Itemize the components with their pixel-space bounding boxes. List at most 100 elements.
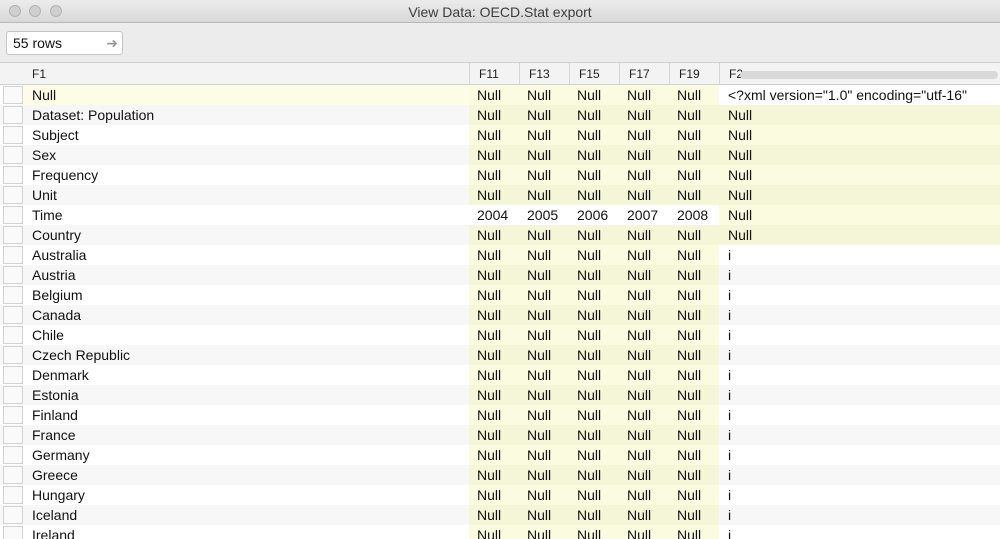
cell-f17[interactable]: Null	[619, 105, 669, 125]
cell-f2[interactable]: i	[719, 285, 1000, 305]
row-selector[interactable]	[3, 326, 23, 344]
table-row[interactable]: Finland Null Null Null Null Null i	[0, 405, 1000, 425]
table-row[interactable]: Dataset: Population Null Null Null Null Null N…	[0, 105, 1000, 125]
cell-f17[interactable]: Null	[619, 285, 669, 305]
cell-f11[interactable]: Null	[469, 225, 519, 245]
cell-f19[interactable]: Null	[669, 425, 719, 445]
cell-f17[interactable]: Null	[619, 245, 669, 265]
cell-f19[interactable]: Null	[669, 445, 719, 465]
row-selector[interactable]	[3, 266, 23, 284]
cell-f13[interactable]: Null	[519, 445, 569, 465]
cell-f1[interactable]: Iceland	[23, 505, 469, 525]
cell-f11[interactable]: Null	[469, 325, 519, 345]
cell-f13[interactable]: Null	[519, 305, 569, 325]
cell-f1[interactable]: Czech Republic	[23, 345, 469, 365]
table-row[interactable]: Chile Null Null Null Null Null i	[0, 325, 1000, 345]
cell-f19[interactable]: Null	[669, 225, 719, 245]
row-selector[interactable]	[3, 206, 23, 224]
cell-f2[interactable]: Null	[719, 125, 1000, 145]
cell-f15[interactable]: Null	[569, 305, 619, 325]
cell-f19[interactable]: Null	[669, 245, 719, 265]
cell-f1[interactable]: Austria	[23, 265, 469, 285]
cell-f1[interactable]: Hungary	[23, 485, 469, 505]
cell-f1[interactable]: Ireland	[23, 525, 469, 539]
cell-f1[interactable]: Belgium	[23, 285, 469, 305]
row-selector[interactable]	[3, 466, 23, 484]
cell-f15[interactable]: Null	[569, 145, 619, 165]
cell-f15[interactable]: Null	[569, 365, 619, 385]
cell-f15[interactable]: Null	[569, 465, 619, 485]
cell-f15[interactable]: Null	[569, 265, 619, 285]
cell-f17[interactable]: Null	[619, 345, 669, 365]
table-row[interactable]: Greece Null Null Null Null Null i	[0, 465, 1000, 485]
cell-f15[interactable]: Null	[569, 225, 619, 245]
cell-f11[interactable]: Null	[469, 445, 519, 465]
cell-f2[interactable]: i	[719, 405, 1000, 425]
cell-f1[interactable]: Germany	[23, 445, 469, 465]
cell-f2[interactable]: i	[719, 305, 1000, 325]
row-selector[interactable]	[3, 346, 23, 364]
cell-f15[interactable]: Null	[569, 345, 619, 365]
row-selector[interactable]	[3, 366, 23, 384]
cell-f13[interactable]: Null	[519, 85, 569, 105]
cell-f15[interactable]: Null	[569, 125, 619, 145]
cell-f11[interactable]: Null	[469, 245, 519, 265]
cell-f1[interactable]: Unit	[23, 185, 469, 205]
cell-f19[interactable]: Null	[669, 385, 719, 405]
cell-f19[interactable]: Null	[669, 285, 719, 305]
cell-f11[interactable]: Null	[469, 425, 519, 445]
cell-f13[interactable]: Null	[519, 145, 569, 165]
table-row[interactable]: Unit Null Null Null Null Null Null	[0, 185, 1000, 205]
table-row[interactable]: Ireland Null Null Null Null Null i	[0, 525, 1000, 539]
table-row[interactable]: Denmark Null Null Null Null Null i	[0, 365, 1000, 385]
column-header-f17[interactable]: F17	[619, 63, 669, 85]
cell-f2[interactable]: Null	[719, 205, 1000, 225]
cell-f13[interactable]: Null	[519, 325, 569, 345]
cell-f11[interactable]: Null	[469, 485, 519, 505]
arrow-right-icon[interactable]: ➜	[106, 35, 118, 52]
cell-f2[interactable]: Null	[719, 225, 1000, 245]
cell-f13[interactable]: Null	[519, 405, 569, 425]
cell-f1[interactable]: Estonia	[23, 385, 469, 405]
cell-f11[interactable]: 2004	[469, 205, 519, 225]
cell-f17[interactable]: Null	[619, 185, 669, 205]
table-row[interactable]: Subject Null Null Null Null Null Null	[0, 125, 1000, 145]
cell-f15[interactable]: Null	[569, 505, 619, 525]
cell-f2[interactable]: i	[719, 245, 1000, 265]
cell-f2[interactable]: i	[719, 505, 1000, 525]
row-selector[interactable]	[3, 446, 23, 464]
cell-f11[interactable]: Null	[469, 385, 519, 405]
cell-f15[interactable]: Null	[569, 285, 619, 305]
cell-f17[interactable]: Null	[619, 225, 669, 245]
column-header-f11[interactable]: F11	[469, 63, 519, 85]
row-selector[interactable]	[3, 146, 23, 164]
cell-f13[interactable]: Null	[519, 265, 569, 285]
cell-f11[interactable]: Null	[469, 165, 519, 185]
cell-f17[interactable]: Null	[619, 425, 669, 445]
cell-f15[interactable]: Null	[569, 105, 619, 125]
cell-f17[interactable]: Null	[619, 145, 669, 165]
cell-f13[interactable]: Null	[519, 385, 569, 405]
cell-f17[interactable]: Null	[619, 325, 669, 345]
cell-f1[interactable]: Subject	[23, 125, 469, 145]
table-row[interactable]: Sex Null Null Null Null Null Null	[0, 145, 1000, 165]
cell-f1[interactable]: Finland	[23, 405, 469, 425]
cell-f19[interactable]: Null	[669, 305, 719, 325]
cell-f17[interactable]: Null	[619, 125, 669, 145]
horizontal-scrollbar[interactable]	[740, 71, 998, 79]
cell-f13[interactable]: Null	[519, 185, 569, 205]
table-row[interactable]: Australia Null Null Null Null Null i	[0, 245, 1000, 265]
cell-f17[interactable]: Null	[619, 265, 669, 285]
cell-f15[interactable]: Null	[569, 485, 619, 505]
cell-f1[interactable]: Australia	[23, 245, 469, 265]
row-selector[interactable]	[3, 386, 23, 404]
cell-f2[interactable]: i	[719, 385, 1000, 405]
row-selector[interactable]	[3, 406, 23, 424]
cell-f17[interactable]: Null	[619, 405, 669, 425]
column-header-f15[interactable]: F15	[569, 63, 619, 85]
cell-f17[interactable]: Null	[619, 165, 669, 185]
cell-f19[interactable]: Null	[669, 165, 719, 185]
cell-f2[interactable]: i	[719, 345, 1000, 365]
cell-f13[interactable]: Null	[519, 505, 569, 525]
table-row[interactable]: Austria Null Null Null Null Null i	[0, 265, 1000, 285]
